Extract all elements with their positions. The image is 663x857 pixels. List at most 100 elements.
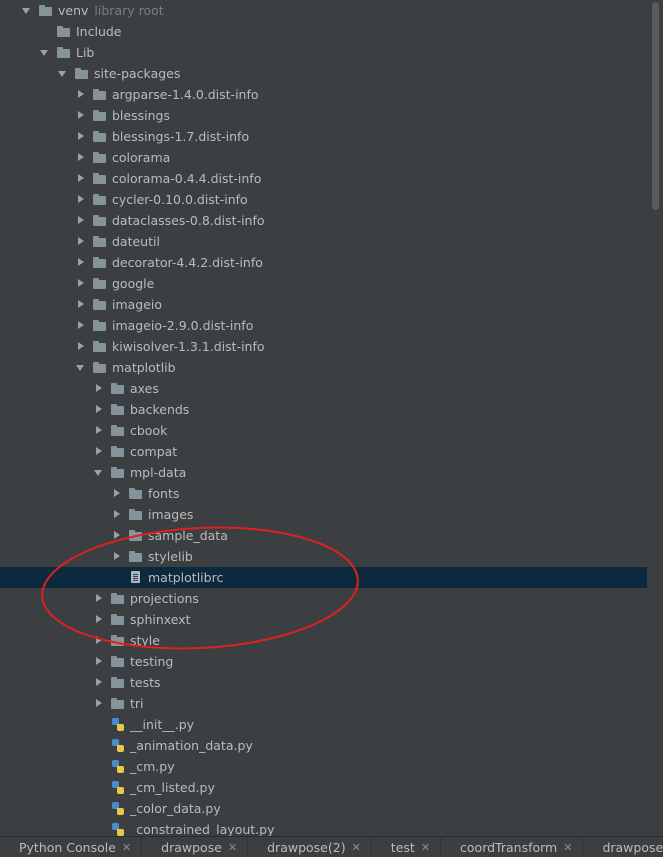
tree-folder-row[interactable]: Include	[0, 21, 647, 42]
collapsed-arrow-icon[interactable]	[93, 420, 105, 441]
tree-folder-row[interactable]: matplotlib	[0, 357, 647, 378]
tree-folder-row[interactable]: dataclasses-0.8.dist-info	[0, 210, 647, 231]
tree-folder-row[interactable]: testing	[0, 651, 647, 672]
collapsed-arrow-icon[interactable]	[75, 252, 87, 273]
expanded-arrow-icon[interactable]	[93, 462, 105, 483]
tree-folder-row[interactable]: site-packages	[0, 63, 647, 84]
tree-item-label: matplotlib	[112, 360, 176, 375]
collapsed-arrow-icon[interactable]	[75, 105, 87, 126]
tree-file-row[interactable]: _animation_data.py	[0, 735, 647, 756]
collapsed-arrow-icon[interactable]	[111, 525, 123, 546]
collapsed-arrow-icon[interactable]	[111, 546, 123, 567]
close-icon[interactable]: ✕	[228, 841, 237, 854]
folder-icon	[92, 189, 108, 210]
folder-icon	[56, 42, 72, 63]
tree-folder-row[interactable]: decorator-4.4.2.dist-info	[0, 252, 647, 273]
tree-item-label: dateutil	[112, 234, 160, 249]
collapsed-arrow-icon[interactable]	[75, 168, 87, 189]
tree-folder-row[interactable]: images	[0, 504, 647, 525]
python-file-icon	[110, 756, 126, 777]
tree-file-row[interactable]: matplotlibrc	[0, 567, 647, 588]
tree-folder-row[interactable]: sample_data	[0, 525, 647, 546]
collapsed-arrow-icon[interactable]	[75, 126, 87, 147]
tree-file-row[interactable]: __init__.py	[0, 714, 647, 735]
tree-folder-row[interactable]: backends	[0, 399, 647, 420]
tree-folder-row[interactable]: imageio-2.9.0.dist-info	[0, 315, 647, 336]
tab-drawpose-2[interactable]: drawpose(2) ✕	[248, 837, 372, 857]
close-icon[interactable]: ✕	[122, 841, 131, 854]
collapsed-arrow-icon[interactable]	[93, 630, 105, 651]
close-icon[interactable]: ✕	[421, 841, 430, 854]
tree-folder-row[interactable]: stylelib	[0, 546, 647, 567]
scrollbar-thumb[interactable]	[652, 2, 659, 210]
tab-python-console[interactable]: Python Console ✕	[0, 837, 143, 857]
tree-item-label: _constrained_layout.py	[130, 822, 275, 836]
tree-folder-row[interactable]: compat	[0, 441, 647, 462]
tree-item-label: __init__.py	[130, 717, 195, 732]
tab-coordtransform[interactable]: coordTransform ✕	[441, 837, 584, 857]
tree-folder-row[interactable]: venv library root	[0, 0, 647, 21]
tree-folder-row[interactable]: argparse-1.4.0.dist-info	[0, 84, 647, 105]
collapsed-arrow-icon[interactable]	[75, 273, 87, 294]
vertical-scrollbar[interactable]	[648, 0, 663, 836]
tab-test[interactable]: test ✕	[372, 837, 442, 857]
collapsed-arrow-icon[interactable]	[93, 378, 105, 399]
collapsed-arrow-icon[interactable]	[75, 315, 87, 336]
collapsed-arrow-icon[interactable]	[75, 294, 87, 315]
folder-icon	[56, 21, 72, 42]
tree-file-row[interactable]: _constrained_layout.py	[0, 819, 647, 836]
collapsed-arrow-icon[interactable]	[93, 693, 105, 714]
tree-folder-row[interactable]: projections	[0, 588, 647, 609]
tree-folder-row[interactable]: tests	[0, 672, 647, 693]
close-icon[interactable]: ✕	[563, 841, 572, 854]
folder-icon	[110, 378, 126, 399]
tree-item-label: google	[112, 276, 155, 291]
collapsed-arrow-icon[interactable]	[93, 672, 105, 693]
tree-folder-row[interactable]: axes	[0, 378, 647, 399]
folder-icon	[110, 630, 126, 651]
tab-label: drawpose(2)	[267, 839, 346, 855]
close-icon[interactable]: ✕	[352, 841, 361, 854]
collapsed-arrow-icon[interactable]	[75, 189, 87, 210]
tree-folder-row[interactable]: cycler-0.10.0.dist-info	[0, 189, 647, 210]
folder-icon	[110, 693, 126, 714]
expanded-arrow-icon[interactable]	[21, 0, 33, 21]
collapsed-arrow-icon[interactable]	[93, 609, 105, 630]
tree-file-row[interactable]: _cm.py	[0, 756, 647, 777]
tab-drawpose-3[interactable]: drawpose(3)✕	[583, 837, 663, 857]
tree-folder-row[interactable]: cbook	[0, 420, 647, 441]
collapsed-arrow-icon[interactable]	[111, 483, 123, 504]
tree-folder-row[interactable]: style	[0, 630, 647, 651]
expanded-arrow-icon[interactable]	[39, 42, 51, 63]
tree-file-row[interactable]: _cm_listed.py	[0, 777, 647, 798]
tree-folder-row[interactable]: imageio	[0, 294, 647, 315]
tree-folder-row[interactable]: sphinxext	[0, 609, 647, 630]
collapsed-arrow-icon[interactable]	[93, 651, 105, 672]
tree-file-row[interactable]: _color_data.py	[0, 798, 647, 819]
collapsed-arrow-icon[interactable]	[75, 84, 87, 105]
tree-folder-row[interactable]: tri	[0, 693, 647, 714]
tree-folder-row[interactable]: blessings	[0, 105, 647, 126]
tree-item-label: sphinxext	[130, 612, 191, 627]
tree-folder-row[interactable]: dateutil	[0, 231, 647, 252]
collapsed-arrow-icon[interactable]	[93, 399, 105, 420]
expanded-arrow-icon[interactable]	[57, 63, 69, 84]
tree-item-label: colorama-0.4.4.dist-info	[112, 171, 262, 186]
expanded-arrow-icon[interactable]	[75, 357, 87, 378]
tree-folder-row[interactable]: colorama	[0, 147, 647, 168]
tree-folder-row[interactable]: mpl-data	[0, 462, 647, 483]
tree-folder-row[interactable]: Lib	[0, 42, 647, 63]
tree-folder-row[interactable]: blessings-1.7.dist-info	[0, 126, 647, 147]
tree-folder-row[interactable]: fonts	[0, 483, 647, 504]
collapsed-arrow-icon[interactable]	[75, 231, 87, 252]
collapsed-arrow-icon[interactable]	[75, 336, 87, 357]
tree-folder-row[interactable]: kiwisolver-1.3.1.dist-info	[0, 336, 647, 357]
collapsed-arrow-icon[interactable]	[75, 147, 87, 168]
tab-drawpose[interactable]: drawpose ✕	[142, 837, 249, 857]
tree-folder-row[interactable]: colorama-0.4.4.dist-info	[0, 168, 647, 189]
collapsed-arrow-icon[interactable]	[111, 504, 123, 525]
collapsed-arrow-icon[interactable]	[75, 210, 87, 231]
tree-folder-row[interactable]: google	[0, 273, 647, 294]
collapsed-arrow-icon[interactable]	[93, 441, 105, 462]
collapsed-arrow-icon[interactable]	[93, 588, 105, 609]
